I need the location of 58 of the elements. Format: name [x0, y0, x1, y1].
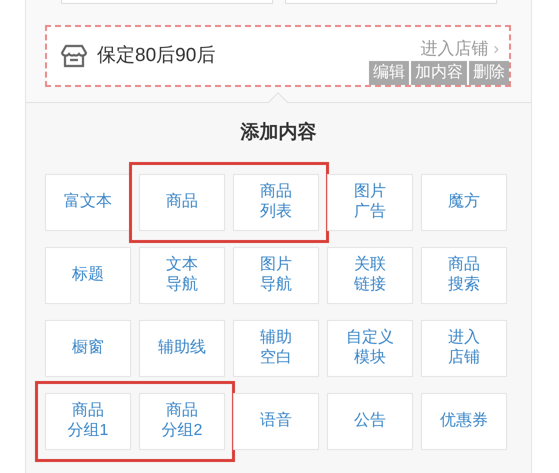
content-type-button[interactable]: 语音: [233, 392, 319, 450]
content-type-button[interactable]: 标题: [45, 246, 131, 304]
content-type-label: 标题: [72, 265, 104, 285]
content-type-button[interactable]: 图片 广告: [327, 174, 413, 230]
store-icon: [61, 44, 87, 68]
content-type-button[interactable]: 关联 链接: [327, 246, 413, 304]
content-type-button[interactable]: 进入 店铺: [421, 320, 507, 376]
content-type-button[interactable]: 辅助 空白: [233, 320, 319, 376]
content-type-label: 文本: [166, 255, 198, 275]
content-type-label: 优惠券: [440, 411, 488, 431]
action-button[interactable]: 加内容: [411, 61, 467, 85]
content-type-label: 搜索: [448, 275, 480, 295]
content-type-label: 关联: [354, 255, 386, 275]
content-type-label: 店铺: [448, 348, 480, 368]
content-type-button[interactable]: 辅助线: [139, 320, 225, 376]
content-type-label: 商品: [72, 401, 104, 421]
content-type-label: 图片: [354, 182, 386, 202]
content-type-label: 辅助线: [158, 338, 206, 358]
content-type-button[interactable]: 商品 搜索: [421, 246, 507, 304]
content-type-label: 橱窗: [72, 338, 104, 358]
content-type-label: 模块: [354, 348, 386, 368]
content-type-button[interactable]: 文本 导航: [139, 246, 225, 304]
content-type-button[interactable]: 商品 分组1: [45, 392, 131, 450]
content-type-button[interactable]: 商品 分组2: [139, 392, 225, 450]
content-type-label: 链接: [354, 275, 386, 295]
content-type-label: 辅助: [260, 328, 292, 348]
content-type-button[interactable]: 图片 导航: [233, 246, 319, 304]
content-type-button[interactable]: 优惠券: [421, 392, 507, 450]
content-type-label: 导航: [260, 275, 292, 295]
content-type-label: 导航: [166, 275, 198, 295]
content-type-label: 广告: [354, 202, 386, 222]
content-type-label: 商品: [448, 255, 480, 275]
action-button[interactable]: 删除: [469, 61, 509, 85]
content-type-label: 列表: [260, 202, 292, 222]
content-type-label: 自定义: [346, 328, 394, 348]
content-type-label: 图片: [260, 255, 292, 275]
content-type-label: 进入: [448, 328, 480, 348]
content-type-button[interactable]: 自定义 模块: [327, 320, 413, 376]
content-type-button[interactable]: 橱窗: [45, 320, 131, 376]
content-type-label: 富文本: [64, 192, 112, 212]
content-type-label: 商品: [260, 182, 292, 202]
content-type-button[interactable]: 商品: [139, 174, 225, 230]
content-type-button[interactable]: 富文本: [45, 174, 131, 230]
content-type-button[interactable]: 魔方: [421, 174, 507, 230]
content-type-label: 商品: [166, 192, 198, 212]
content-type-label: 语音: [260, 411, 292, 431]
content-type-label: 魔方: [448, 192, 480, 212]
content-type-label: 分组1: [68, 421, 108, 441]
content-type-label: 分组2: [162, 421, 202, 441]
enter-store-link[interactable]: 进入店铺 ›: [420, 39, 499, 59]
content-type-label: 公告: [354, 411, 386, 431]
action-button[interactable]: 编辑: [369, 61, 409, 85]
content-type-button[interactable]: 商品 列表: [233, 174, 319, 230]
content-type-label: 空白: [260, 348, 292, 368]
content-type-button[interactable]: 公告: [327, 392, 413, 450]
panel-title: 添加内容: [239, 120, 318, 145]
content-type-label: 商品: [166, 401, 198, 421]
store-name: 保定80后90后: [97, 44, 216, 68]
